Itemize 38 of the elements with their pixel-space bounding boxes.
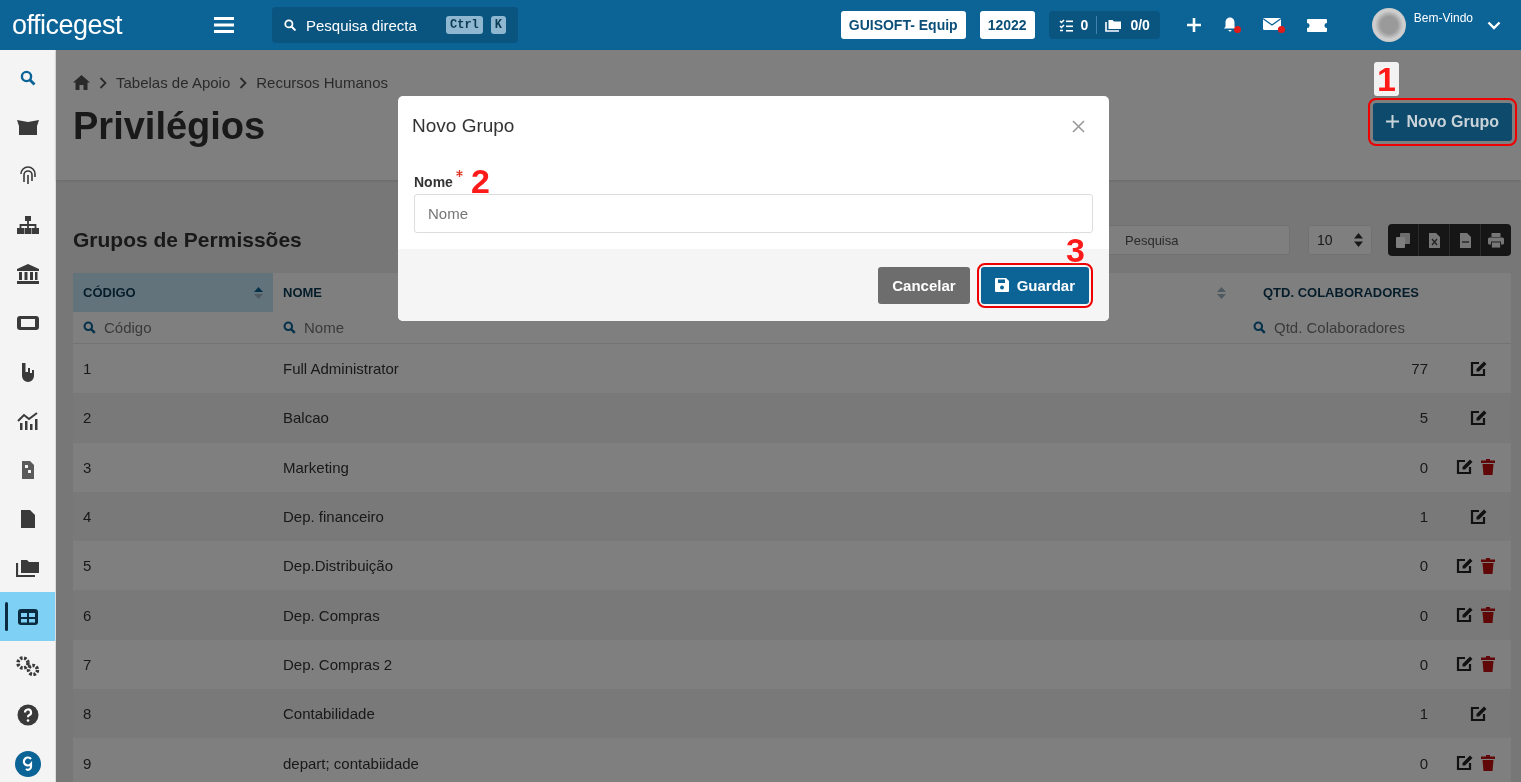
table-cell: 4: [83, 508, 92, 526]
table-cell: 1: [83, 360, 92, 378]
table-cell: 2: [83, 409, 92, 427]
table-cell: depart; contabiidade: [283, 754, 419, 772]
table-cell: 0: [1419, 606, 1428, 624]
table-cell: 77: [1411, 360, 1428, 378]
section-title: Grupos de Permissões: [73, 228, 302, 252]
task-count: 0: [1080, 17, 1089, 33]
table-cell: 5: [1419, 409, 1428, 427]
table-cell: 5: [83, 557, 92, 575]
shortcut-key: Ctrl: [446, 16, 483, 34]
table-cell: 9: [83, 754, 92, 772]
annotation-number: 3: [1066, 232, 1085, 267]
table-cell: 3: [83, 458, 92, 476]
shortcut-key: K: [490, 16, 506, 34]
table-cell: Dep. financeiro: [283, 508, 384, 526]
table-cell: 6: [83, 606, 92, 624]
table-cell: 0: [1419, 655, 1428, 673]
table-cell: 8: [83, 705, 92, 723]
table-cell: Dep.Distribuição: [283, 557, 394, 575]
folder-count: 0/0: [1130, 17, 1150, 33]
table-cell: Balcao: [283, 409, 329, 427]
table-cell: 0: [1419, 754, 1428, 772]
table-cell: 1: [1419, 705, 1428, 723]
table-cell: 1: [1419, 508, 1428, 526]
table-cell: Contabilidade: [283, 705, 375, 723]
table-cell: Dep. Compras: [283, 606, 380, 624]
annotation-number: 1: [1374, 61, 1399, 96]
table-cell: 0: [1419, 458, 1428, 476]
table-cell: Marketing: [283, 458, 349, 476]
table-cell: 0: [1419, 557, 1428, 575]
page-title: Privilégios: [73, 105, 266, 148]
greeting: Bem-Vindo: [1413, 11, 1473, 25]
field-label: Nome: [414, 174, 453, 190]
dialog-title: Novo Grupo: [412, 115, 515, 137]
table-cell: 7: [83, 655, 92, 673]
table-cell: Full Administrator: [283, 360, 399, 378]
table-cell: Dep. Compras 2: [283, 655, 393, 673]
